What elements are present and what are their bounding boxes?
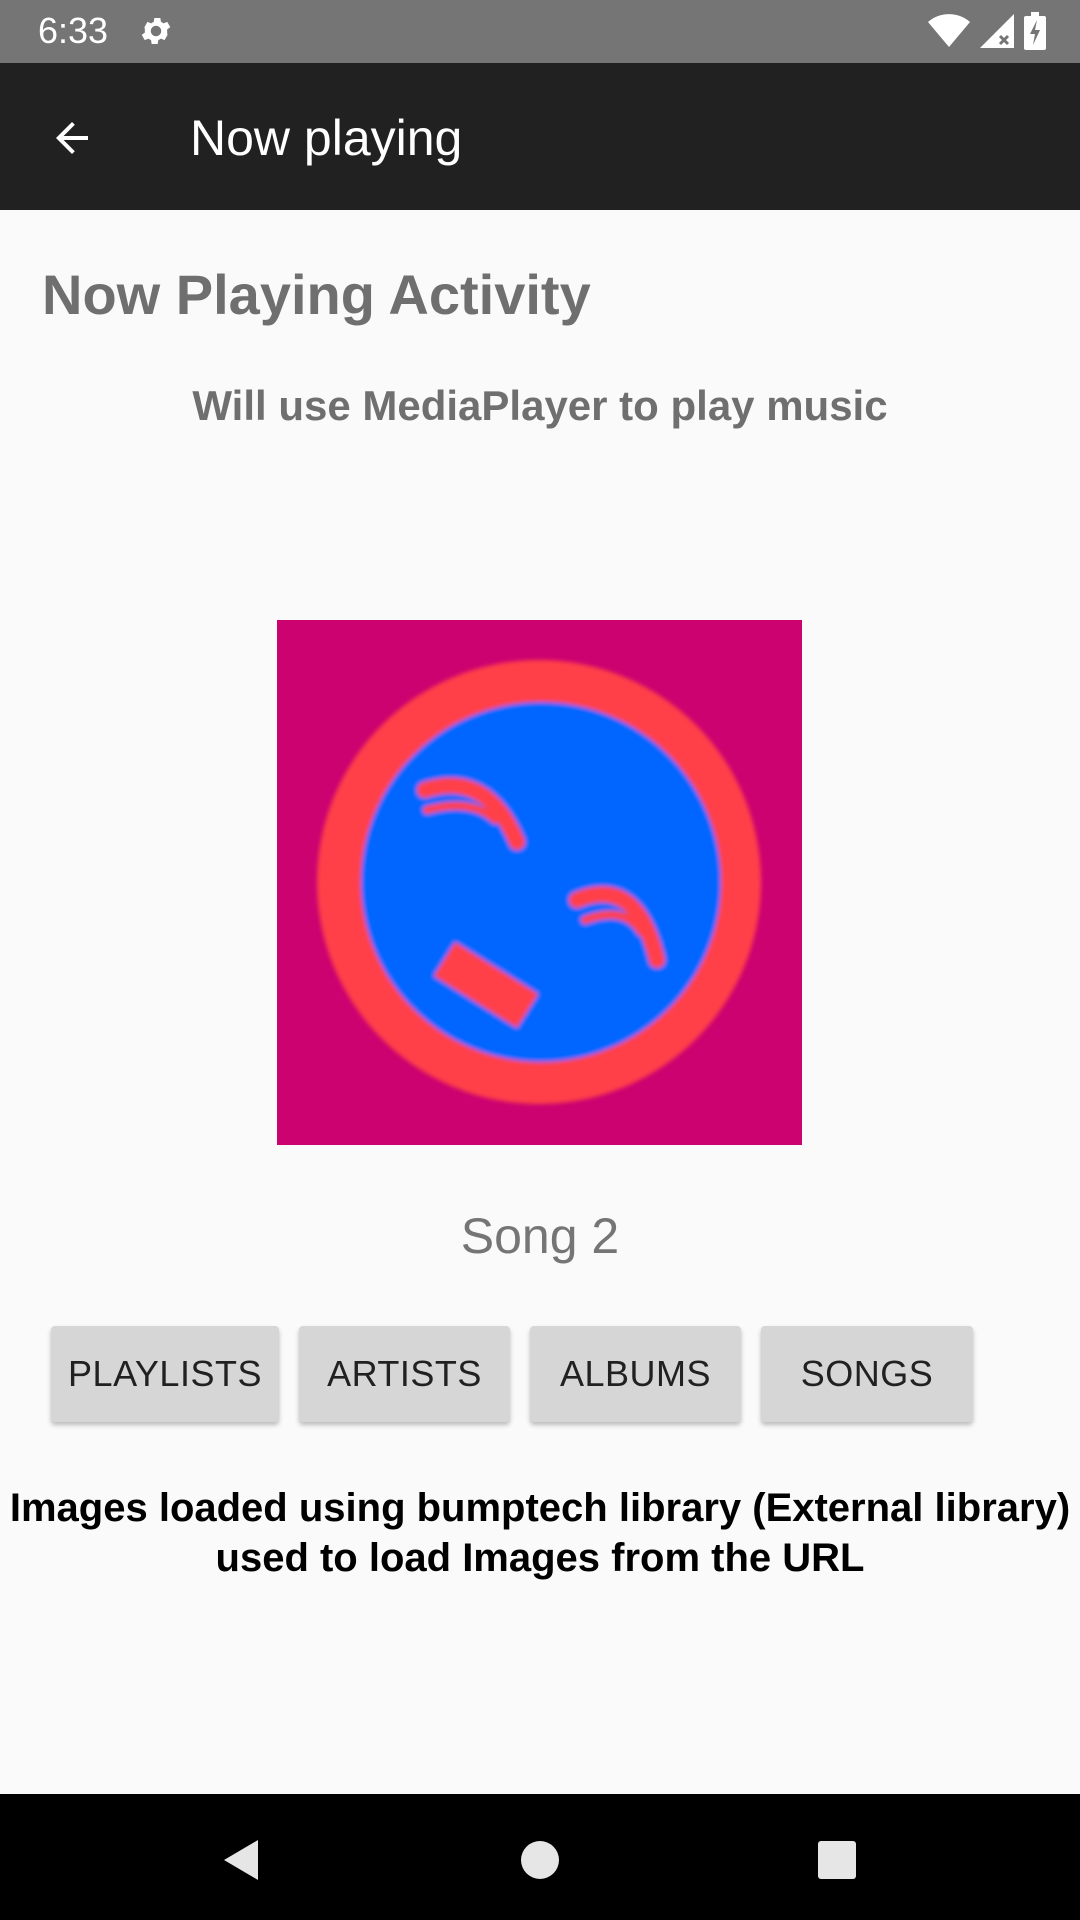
nav-recents-icon	[817, 1840, 857, 1885]
nav-back-icon	[218, 1836, 262, 1889]
back-button[interactable]	[30, 98, 114, 182]
gear-icon	[138, 13, 174, 49]
footer-note-line2: used to load Images from the URL	[215, 1536, 865, 1580]
status-bar: 6:33	[0, 0, 1080, 63]
battery-icon	[1024, 12, 1046, 55]
wifi-icon	[928, 14, 970, 53]
app-bar: Now playing	[0, 63, 1080, 210]
smiley-face-icon	[317, 660, 761, 1104]
system-nav-bar	[0, 1794, 1080, 1920]
nav-back-button[interactable]	[200, 1822, 280, 1902]
page-title: Now playing	[190, 110, 463, 166]
songs-button[interactable]: SONGS	[761, 1326, 973, 1422]
artists-button[interactable]: ARTISTS	[299, 1326, 510, 1422]
status-icons	[928, 12, 1046, 55]
arrow-back-icon	[48, 114, 96, 167]
nav-home-button[interactable]	[500, 1822, 580, 1902]
album-art-image	[277, 620, 802, 1145]
library-buttons: PLAYLISTS ARTISTS ALBUMS SONGS	[0, 1326, 1080, 1422]
footer-note: Images loaded using bumptech library (Ex…	[0, 1483, 1080, 1583]
footer-note-line1: Images loaded using bumptech library (Ex…	[9, 1486, 1071, 1530]
nav-home-icon	[520, 1840, 560, 1885]
playlists-button[interactable]: PLAYLISTS	[51, 1326, 279, 1422]
status-time: 6:33	[38, 10, 109, 51]
nav-recents-button[interactable]	[797, 1822, 877, 1902]
albums-button[interactable]: ALBUMS	[530, 1326, 741, 1422]
activity-subheading: Will use MediaPlayer to play music	[192, 382, 888, 429]
song-title: Song 2	[460, 1208, 620, 1264]
activity-heading: Now Playing Activity	[42, 263, 591, 326]
signal-icon	[980, 14, 1014, 53]
